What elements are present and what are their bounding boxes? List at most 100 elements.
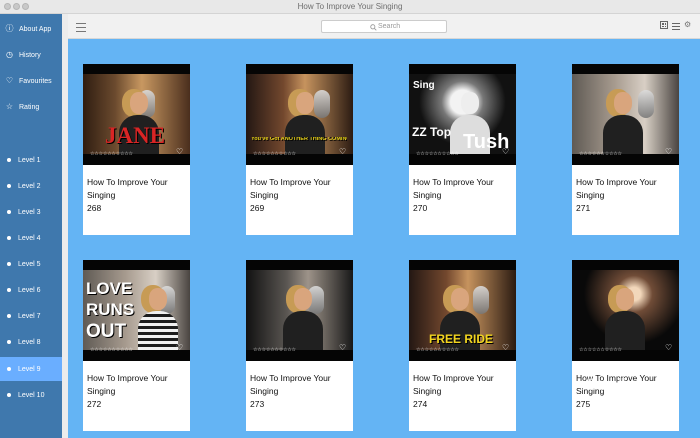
sidebar-item-level-9[interactable]: Level 9 bbox=[0, 357, 62, 381]
video-title: How To Improve Your Singing 271 bbox=[576, 177, 657, 213]
thumbnail-overlay-text-2: ZZ Top bbox=[412, 125, 452, 139]
level-dot-icon bbox=[7, 288, 11, 292]
thumbnail-overlay-text-2: RUNS bbox=[86, 300, 135, 319]
sidebar-item-favourites[interactable]: ♡ Favourites bbox=[0, 69, 62, 93]
thumbnail-overlay-text-3: OUT bbox=[86, 321, 127, 342]
gear-icon[interactable]: ⚙ bbox=[684, 21, 692, 29]
thumbnail-image: JANE bbox=[83, 74, 190, 154]
favorite-heart-icon[interactable]: ♡ bbox=[176, 344, 184, 352]
sidebar-item-level-2[interactable]: Level 2 bbox=[0, 174, 62, 198]
video-thumbnail[interactable]: LOVE RUNS OUT ☆☆☆☆☆☆☆☆☆☆ ♡ bbox=[83, 260, 190, 361]
sidebar: ⓘ About App ◷ History ♡ Favourites ☆ Rat… bbox=[0, 14, 62, 438]
video-thumbnail[interactable]: JANE ☆☆☆☆☆☆☆☆☆☆ ♡ bbox=[83, 64, 190, 165]
video-thumbnail[interactable]: Sing ZZ Top Tush ☆☆☆☆☆☆☆☆☆☆ ♡ bbox=[409, 64, 516, 165]
level-dot-icon bbox=[7, 367, 11, 371]
sidebar-item-label: Level 1 bbox=[18, 156, 41, 164]
thumbnail-image bbox=[246, 270, 353, 350]
video-card-272[interactable]: LOVE RUNS OUT ☆☆☆☆☆☆☆☆☆☆ ♡ How To Improv… bbox=[83, 260, 190, 431]
title-bar: How To Improve Your Singing bbox=[0, 0, 700, 14]
video-thumbnail[interactable]: FREE RIDE ☆☆☆☆☆☆☆☆☆☆ ♡ bbox=[409, 260, 516, 361]
sidebar-item-level-3[interactable]: Level 3 bbox=[0, 200, 62, 224]
favorite-heart-icon[interactable]: ♡ bbox=[339, 344, 347, 352]
sidebar-item-level-4[interactable]: Level 4 bbox=[0, 226, 62, 250]
sidebar-item-label: Rating bbox=[19, 103, 40, 111]
video-title: How To Improve Your Singing 274 bbox=[413, 373, 494, 409]
video-card-269[interactable]: You've Got ANOTHER THING COMING! ☆☆☆☆☆☆☆… bbox=[246, 64, 353, 235]
thumbnail-overlay-text: FREE RIDE bbox=[429, 332, 494, 346]
video-thumbnail[interactable]: You've Got ANOTHER THING COMING! ☆☆☆☆☆☆☆… bbox=[246, 64, 353, 165]
thumbnail-overlay-text: LOVE bbox=[86, 279, 133, 298]
rating-stars: ☆☆☆☆☆☆☆☆☆☆ bbox=[579, 347, 622, 353]
level-dot-icon bbox=[7, 236, 11, 240]
sidebar-item-level-10[interactable]: Level 10 bbox=[0, 383, 62, 407]
sidebar-item-history[interactable]: ◷ History bbox=[0, 43, 62, 67]
level-dot-icon bbox=[7, 184, 11, 188]
favorite-heart-icon[interactable]: ♡ bbox=[339, 148, 347, 156]
list-view-icon[interactable] bbox=[672, 21, 680, 30]
menu-icon[interactable] bbox=[76, 20, 86, 32]
sidebar-item-level-1[interactable]: Level 1 bbox=[0, 148, 62, 172]
video-card-273[interactable]: ☆☆☆☆☆☆☆☆☆☆ ♡ How To Improve Your Singing… bbox=[246, 260, 353, 431]
video-thumbnail[interactable]: ☆☆☆☆☆☆☆☆☆☆ ♡ bbox=[246, 260, 353, 361]
history-icon: ◷ bbox=[6, 50, 13, 59]
sidebar-item-label: Level 2 bbox=[18, 182, 41, 190]
search-placeholder: Search bbox=[378, 23, 401, 30]
video-card-271[interactable]: ☆☆☆☆☆☆☆☆☆☆ ♡ How To Improve Your Singing… bbox=[572, 64, 679, 235]
sidebar-item-label: Level 7 bbox=[18, 312, 41, 320]
thumbnail-overlay-text: You've Got ANOTHER THING COMING! bbox=[251, 137, 347, 142]
sidebar-item-label: Level 6 bbox=[18, 286, 41, 294]
favorite-heart-icon[interactable]: ♡ bbox=[176, 148, 184, 156]
level-dot-icon bbox=[7, 393, 11, 397]
sidebar-item-label: Level 10 bbox=[18, 391, 45, 399]
sidebar-item-rating[interactable]: ☆ Rating bbox=[0, 95, 62, 119]
rating-stars: ☆☆☆☆☆☆☆☆☆☆ bbox=[579, 151, 622, 157]
grid-view-icon[interactable] bbox=[660, 21, 668, 29]
favorite-heart-icon[interactable]: ♡ bbox=[665, 148, 673, 156]
search-icon bbox=[370, 24, 377, 31]
favorite-heart-icon[interactable]: ♡ bbox=[502, 148, 510, 156]
rating-stars: ☆☆☆☆☆☆☆☆☆☆ bbox=[90, 151, 133, 157]
thumbnail-image bbox=[572, 74, 679, 154]
video-card-270[interactable]: Sing ZZ Top Tush ☆☆☆☆☆☆☆☆☆☆ ♡ How To Imp… bbox=[409, 64, 516, 235]
sidebar-item-level-7[interactable]: Level 7 bbox=[0, 304, 62, 328]
thumbnail-image: Sing ZZ Top Tush bbox=[409, 74, 516, 154]
heart-icon: ♡ bbox=[5, 76, 14, 85]
view-tools: ⚙ bbox=[660, 21, 692, 30]
sidebar-item-level-5[interactable]: Level 5 bbox=[0, 252, 62, 276]
level-dot-icon bbox=[7, 158, 11, 162]
sidebar-item-label: History bbox=[19, 51, 41, 59]
video-thumbnail[interactable]: ☆☆☆☆☆☆☆☆☆☆ ♡ bbox=[572, 64, 679, 165]
app-window: How To Improve Your Singing ⓘ About App … bbox=[0, 0, 700, 438]
rating-stars: ☆☆☆☆☆☆☆☆☆☆ bbox=[416, 347, 459, 353]
level-dot-icon bbox=[7, 340, 11, 344]
favorite-heart-icon[interactable]: ♡ bbox=[665, 344, 673, 352]
thumbnail-image: You've Got ANOTHER THING COMING! bbox=[246, 74, 353, 154]
video-title: How To Improve Your Singing 272 bbox=[87, 373, 168, 409]
window-title: How To Improve Your Singing bbox=[297, 2, 403, 11]
rating-stars: ☆☆☆☆☆☆☆☆☆☆ bbox=[416, 151, 459, 157]
sidebar-item-label: Level 3 bbox=[18, 208, 41, 216]
video-card-274[interactable]: FREE RIDE ☆☆☆☆☆☆☆☆☆☆ ♡ How To Improve Yo… bbox=[409, 260, 516, 431]
watermark-subtitle: 太平洋电脑网 bbox=[594, 407, 673, 417]
video-title: How To Improve Your Singing 269 bbox=[250, 177, 331, 213]
thumbnail-image: FREE RIDE bbox=[409, 270, 516, 350]
sidebar-item-label: Level 4 bbox=[18, 234, 41, 242]
sidebar-item-about-app[interactable]: ⓘ About App bbox=[0, 17, 62, 41]
video-title: How To Improve Your Singing 270 bbox=[413, 177, 494, 213]
thumbnail-overlay-text: Sing bbox=[413, 80, 435, 91]
star-icon: ☆ bbox=[5, 102, 14, 111]
toolbar: Search ⚙ bbox=[68, 14, 700, 39]
video-card-268[interactable]: JANE ☆☆☆☆☆☆☆☆☆☆ ♡ How To Improve Your Si… bbox=[83, 64, 190, 235]
sidebar-item-level-8[interactable]: Level 8 bbox=[0, 330, 62, 354]
level-dot-icon bbox=[7, 210, 11, 214]
rating-stars: ☆☆☆☆☆☆☆☆☆☆ bbox=[90, 347, 133, 353]
sidebar-item-label: About App bbox=[19, 25, 52, 33]
video-thumbnail[interactable]: ☆☆☆☆☆☆☆☆☆☆ ♡ bbox=[572, 260, 679, 361]
sidebar-item-label: Level 8 bbox=[18, 338, 41, 346]
level-dot-icon bbox=[7, 262, 11, 266]
favorite-heart-icon[interactable]: ♡ bbox=[502, 344, 510, 352]
thumbnail-overlay-text: JANE bbox=[105, 123, 166, 148]
search-box[interactable]: Search bbox=[321, 20, 447, 33]
about-icon: ⓘ bbox=[5, 24, 14, 33]
sidebar-item-level-6[interactable]: Level 6 bbox=[0, 278, 62, 302]
